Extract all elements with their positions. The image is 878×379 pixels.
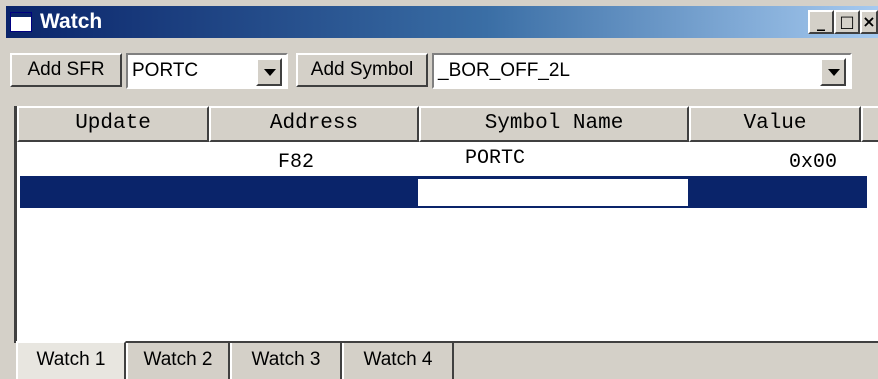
toolbar: Add SFR PORTC Add Symbol _BOR_OFF_2L (6, 40, 878, 98)
watch-window: Watch _ □ × Add SFR PORTC Add Symbol _BO… (0, 0, 878, 379)
tab-watch-2[interactable]: Watch 2 (126, 343, 230, 379)
minimize-button[interactable]: _ (808, 10, 834, 34)
column-header-address[interactable]: Address (209, 106, 419, 142)
sfr-dropdown-value: PORTC (132, 60, 199, 81)
window-title: Watch (40, 10, 103, 33)
cell-address: F82 (278, 151, 315, 174)
tab-watch-1[interactable]: Watch 1 (16, 341, 126, 379)
tab-watch-3[interactable]: Watch 3 (230, 343, 342, 379)
column-header-value[interactable]: Value (689, 106, 861, 142)
watch-table: Update Address Symbol Name Value F82 POR… (14, 106, 878, 341)
column-header-filler (861, 106, 878, 142)
column-header-symbol-name[interactable]: Symbol Name (419, 106, 689, 142)
column-header-update[interactable]: Update (17, 106, 209, 142)
symbol-dropdown-arrow-icon[interactable] (820, 58, 846, 86)
symbol-dropdown-value: _BOR_OFF_2L (438, 60, 570, 81)
title-bar[interactable]: Watch _ □ × (6, 6, 878, 38)
sfr-dropdown[interactable]: PORTC (126, 53, 288, 89)
maximize-button[interactable]: □ (834, 10, 860, 34)
cell-value: 0x00 (789, 151, 838, 174)
watch-tabs: Watch 1 Watch 2 Watch 3 Watch 4 (14, 341, 878, 379)
symbol-name-edit-field[interactable] (418, 179, 688, 206)
close-button[interactable]: × (860, 10, 878, 34)
window-icon (10, 12, 32, 32)
add-sfr-button[interactable]: Add SFR (10, 53, 122, 87)
symbol-dropdown[interactable]: _BOR_OFF_2L (432, 53, 852, 89)
sfr-dropdown-arrow-icon[interactable] (256, 58, 282, 86)
add-symbol-button[interactable]: Add Symbol (296, 53, 428, 87)
tab-watch-4[interactable]: Watch 4 (342, 343, 454, 379)
cell-symbol-name: PORTC (465, 147, 526, 170)
